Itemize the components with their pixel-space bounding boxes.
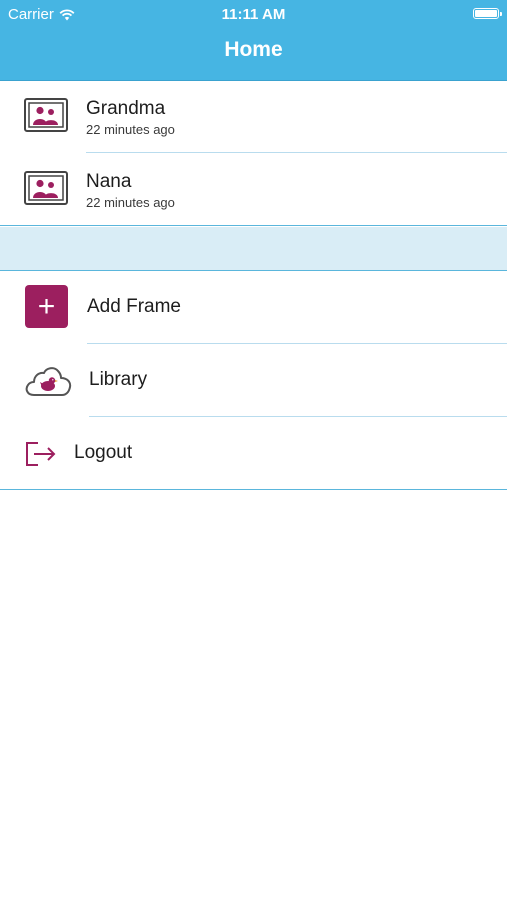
status-bar: Carrier 11:11 AM bbox=[0, 0, 507, 28]
library-button[interactable]: Library bbox=[0, 344, 507, 417]
row-divider bbox=[0, 225, 507, 226]
frame-updated-time: 22 minutes ago bbox=[86, 195, 175, 210]
frame-name: Grandma bbox=[86, 98, 166, 119]
logout-icon bbox=[26, 442, 56, 466]
frame-row-grandma[interactable]: Grandma 22 minutes ago bbox=[0, 80, 507, 153]
photo-frame-icon bbox=[24, 171, 68, 205]
plus-icon: + bbox=[25, 285, 68, 328]
library-label: Library bbox=[89, 369, 148, 390]
logout-label: Logout bbox=[74, 442, 133, 463]
frames-list: Grandma 22 minutes ago Nana 22 minutes a… bbox=[0, 80, 507, 226]
menu-list: + Add Frame Library Logout bbox=[0, 271, 507, 490]
frame-updated-time: 22 minutes ago bbox=[86, 122, 175, 137]
add-frame-label: Add Frame bbox=[87, 296, 181, 317]
page-title: Home bbox=[224, 38, 283, 61]
add-frame-button[interactable]: + Add Frame bbox=[0, 271, 507, 344]
frame-row-nana[interactable]: Nana 22 minutes ago bbox=[0, 153, 507, 226]
status-time: 11:11 AM bbox=[221, 6, 286, 23]
cloud-bird-icon bbox=[25, 367, 72, 396]
home-screen: Carrier 11:11 AM Home Grandma 22 minutes… bbox=[0, 0, 507, 900]
battery-icon bbox=[473, 8, 502, 19]
photo-frame-icon bbox=[24, 98, 68, 132]
logout-button[interactable]: Logout bbox=[0, 417, 507, 490]
nav-bar: Carrier 11:11 AM Home bbox=[0, 0, 507, 81]
frame-name: Nana bbox=[86, 171, 132, 192]
row-divider bbox=[0, 489, 507, 490]
section-separator bbox=[0, 227, 507, 271]
